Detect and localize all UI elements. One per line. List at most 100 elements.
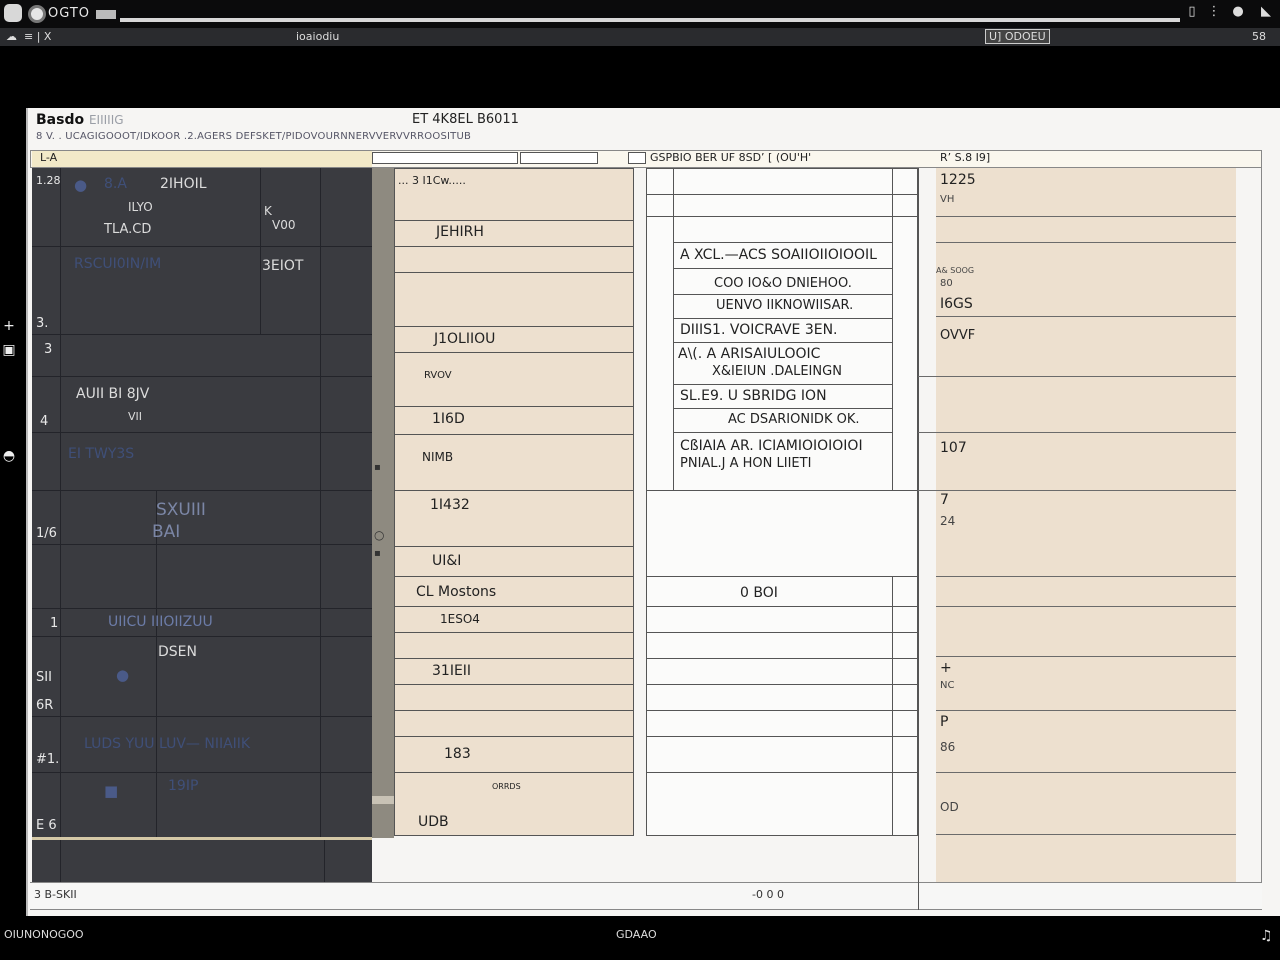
right-row-divider [936, 316, 1236, 317]
mid-row-divider [673, 384, 892, 385]
add-icon[interactable]: + [0, 318, 18, 334]
detail-row: COO IO&O DNIEHOO. [714, 276, 852, 291]
detail-row: DIIIS1. VOICRAVE 3EN. [680, 322, 838, 338]
column-header-left[interactable]: L-A [32, 151, 372, 167]
cell-label: 3EIOT [262, 258, 304, 274]
dark-row-divider [32, 608, 372, 609]
tan-row-divider [394, 546, 634, 547]
zoom-level[interactable]: 58 [1252, 30, 1266, 43]
tan-row-divider [394, 710, 634, 711]
sheet-title-text: Basdo [36, 112, 85, 128]
dark-row-divider [32, 636, 372, 637]
right-row-divider [918, 432, 1236, 433]
detail-row: A XCL.—ACS SOAIIOIIOIOOIL [680, 247, 877, 263]
tan-row-divider [394, 246, 634, 247]
cell-label: 19IP [168, 778, 199, 794]
cell-label: ILYO [128, 200, 153, 214]
right-row-divider [936, 606, 1236, 607]
header-checkbox[interactable] [628, 152, 646, 164]
right-value: NC [940, 680, 955, 691]
dark-pane-tail [32, 840, 372, 882]
right-value: 24 [940, 514, 956, 528]
right-value: 7 [940, 492, 949, 508]
spine-thumb[interactable] [372, 796, 394, 804]
header-field-2[interactable] [520, 152, 598, 164]
detail-row: SL.E9. U SBRIDG ION [680, 388, 827, 404]
mid-row-divider [646, 710, 918, 711]
tan-cell: UDB [418, 814, 449, 830]
cell-label: UIICU IIIOIIZUU [108, 614, 213, 630]
status-mid: GDAAO [616, 928, 657, 941]
record-icon[interactable] [28, 5, 46, 23]
mid-row-divider [646, 772, 918, 773]
sheet-subtitle: 8 V. . UCAGIGOOOT/IDKOOR .2.AGERS DEFSKE… [36, 131, 472, 142]
window-close-icon[interactable]: ◣ [1256, 2, 1276, 22]
menu-icon[interactable]: ≡ | X [24, 30, 51, 43]
sheet-title-faint: EIIIIIG [88, 113, 124, 127]
tan-row-divider [394, 434, 634, 435]
right-value: OD [940, 800, 959, 814]
tan-row-divider [394, 632, 634, 633]
status-square-icon: ■ [104, 782, 119, 800]
detail-row: AC DSARIONIDK OK. [728, 412, 860, 427]
sheet-title: Basdo EIIIIIG [36, 112, 124, 128]
mode-selector[interactable]: U] ODOEU [985, 29, 1050, 44]
tan-cell: 1I6D [432, 411, 465, 427]
right-row-divider [936, 772, 1236, 773]
cell-label: K [264, 204, 272, 218]
cell-label: 8.A [104, 176, 127, 192]
tan-cell: ORRDS [492, 782, 521, 791]
right-value: I6GS [940, 296, 973, 312]
tan-row-divider [394, 406, 634, 407]
detail-row: CßIAIA AR. ICIAMIOIOIOIOI [680, 438, 863, 454]
right-value: P [940, 714, 949, 730]
tan-row-divider [394, 736, 634, 737]
window-menu-icon[interactable]: ⋮ [1204, 2, 1224, 22]
right-value: OVVF [940, 328, 976, 343]
right-row-divider [936, 216, 1236, 217]
user-icon[interactable]: ● [1228, 2, 1248, 22]
tan-row-divider [394, 352, 634, 353]
title-bar: OGTO ▯ ⋮ ● ◣ [0, 0, 1280, 28]
row-number: 3. [36, 316, 49, 331]
right-value: + [940, 660, 952, 676]
tan-cell: 31IEII [432, 663, 472, 679]
tan-row-divider [394, 326, 634, 327]
mid-row-divider [673, 318, 892, 319]
cloud-icon[interactable]: ☁ [6, 30, 17, 43]
row-number: SII [36, 670, 52, 685]
sheet-reference: ET 4K8EL B6011 [412, 112, 519, 127]
tan-cell: JEHIRH [436, 224, 484, 240]
window-tab-icon[interactable]: ▯ [1182, 2, 1202, 22]
mid-row-divider [673, 242, 892, 243]
mid-row-divider [673, 342, 892, 343]
cell-label: SXUIII [156, 500, 206, 520]
right-row-divider [936, 576, 1236, 577]
cell-label: RSCUI0IN/IM [74, 256, 162, 272]
app-name: OGTO [48, 6, 91, 21]
mid-row-divider [646, 632, 918, 633]
header-field-1[interactable] [372, 152, 518, 164]
right-value: VH [940, 194, 955, 205]
footer-left-text: 3 B-SKII [34, 888, 77, 901]
document-title: ioaiodiu [296, 30, 340, 43]
tan-cell: J1OLIIOU [434, 331, 496, 347]
menu-strip: ☁ ≡ | X ioaiodiu U] ODOEU 58 [0, 28, 1280, 46]
right-value: A& SOOG [936, 266, 975, 275]
mid-row-divider [673, 294, 892, 295]
tan-row-divider [394, 772, 634, 773]
tan-row-divider [394, 684, 634, 685]
music-note-icon[interactable]: ♫ [1260, 928, 1273, 944]
row-number: 6R [36, 698, 54, 713]
right-panel [918, 168, 1262, 882]
dark-col-divider [156, 490, 157, 838]
spine-scrollbar[interactable] [372, 168, 394, 838]
dark-row-divider [32, 432, 372, 433]
bell-icon[interactable]: ◓ [0, 448, 18, 464]
lock-icon[interactable]: ▣ [0, 342, 18, 358]
tan-cell: RVOV [424, 370, 452, 381]
cell-label: 2IHOIL [160, 176, 207, 192]
column-header-right: R’ S.8 I9] [940, 151, 991, 164]
dark-data-pane [32, 168, 372, 884]
tan-row-divider [394, 272, 634, 273]
